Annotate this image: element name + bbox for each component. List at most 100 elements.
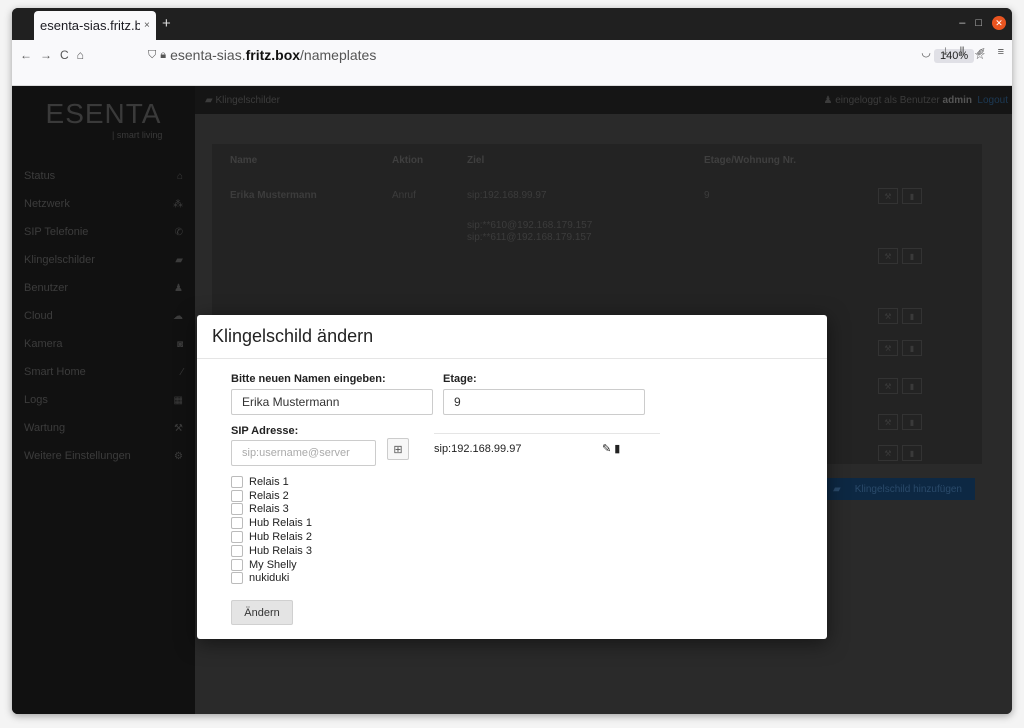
wrench-icon[interactable]: ⚒	[878, 378, 898, 394]
maximize-button[interactable]: □	[975, 17, 982, 29]
wrench-icon[interactable]: ⚒	[878, 188, 898, 204]
submit-button[interactable]: Ändern	[231, 600, 293, 625]
sidebar-item-label: Benutzer	[24, 282, 69, 294]
sidebar-item-label: Status	[24, 170, 56, 182]
download-icon[interactable]: ⤓	[943, 46, 948, 59]
wrench-icon[interactable]: ⚒	[878, 308, 898, 324]
row-actions: ⚒ ▮	[878, 188, 922, 204]
relay-checkbox-row[interactable]: Hub Relais 3	[231, 544, 312, 558]
relay-checkbox-row[interactable]: Hub Relais 2	[231, 530, 312, 544]
bookmarks-strip	[12, 70, 1012, 86]
logout-link[interactable]: Logout	[977, 95, 1008, 106]
trash-icon[interactable]: ▮	[902, 308, 922, 324]
wrench-icon[interactable]: ⚒	[878, 445, 898, 461]
reload-button[interactable]: C	[60, 48, 69, 62]
checkbox-label: Relais 2	[249, 489, 289, 502]
trash-icon[interactable]: ▮	[902, 340, 922, 356]
sip-input[interactable]: sip:username@server	[231, 440, 376, 466]
sidebar-item-benutzer[interactable]: Benutzer ♟	[12, 274, 195, 302]
sidebar-item-weitere-einstellungen[interactable]: Weitere Einstellungen ⚙	[12, 442, 195, 470]
checkbox-label: Hub Relais 2	[249, 531, 312, 544]
wrench-icon[interactable]: ⚒	[878, 340, 898, 356]
users-icon: ♟	[174, 282, 183, 294]
checkbox[interactable]	[231, 558, 243, 571]
wrench-icon: ⚒	[174, 422, 183, 434]
url-prefix: esenta-sias.	[170, 47, 246, 63]
sip-entry-text: sip:192.168.99.97	[434, 442, 522, 455]
add-sip-button[interactable]: ⊞	[387, 438, 409, 460]
row-actions: ⚒ ▮	[878, 378, 922, 394]
sidebar-item-label: Kamera	[24, 338, 63, 350]
logged-in-user: ♟ eingeloggt als Benutzer admin	[823, 94, 972, 106]
tab-close-icon[interactable]: ×	[144, 20, 150, 31]
sidebar-item-sip-telefonie[interactable]: SIP Telefonie ✆	[12, 218, 195, 246]
checkbox[interactable]	[231, 531, 243, 544]
checkbox[interactable]	[231, 544, 243, 557]
relay-checkbox-row[interactable]: My Shelly	[231, 558, 312, 572]
sidebar-item-klingelschilder[interactable]: Klingelschilder ▰	[12, 246, 195, 274]
logo: ESENTA	[45, 98, 162, 129]
close-window-button[interactable]: ✕	[992, 16, 1006, 30]
new-tab-button[interactable]: +	[162, 15, 171, 32]
relay-checkbox-row[interactable]: Relais 3	[231, 503, 312, 517]
row-actions: ⚒ ▮	[878, 248, 922, 264]
sidebar-item-logs[interactable]: Logs ▦	[12, 386, 195, 414]
relay-checkbox-row[interactable]: Hub Relais 1	[231, 516, 312, 530]
sidebar-item-label: Cloud	[24, 310, 53, 322]
trash-icon[interactable]: ▮	[902, 445, 922, 461]
wrench-icon[interactable]: ⚒	[878, 248, 898, 264]
forward-button[interactable]: →	[40, 48, 52, 62]
tab-title: esenta-sias.fritz.b	[40, 18, 140, 33]
checkbox[interactable]	[231, 489, 243, 502]
back-button[interactable]: ←	[20, 48, 32, 62]
dialog-title: Klingelschild ändern	[197, 315, 827, 359]
wrench-icon[interactable]: ⚒	[878, 414, 898, 430]
extension-icon[interactable]: ✐	[976, 46, 985, 59]
sidebar-item-label: Weitere Einstellungen	[24, 450, 131, 462]
sidebar-item-kamera[interactable]: Kamera ◙	[12, 330, 195, 358]
minimize-button[interactable]: –	[959, 17, 965, 29]
checkbox[interactable]	[231, 475, 243, 488]
row-action: Anruf	[392, 190, 416, 201]
home-button[interactable]: ⌂	[77, 48, 84, 62]
library-icon[interactable]: ⫴	[960, 46, 965, 59]
relay-checkbox-row[interactable]: Relais 2	[231, 489, 312, 503]
sidebar-item-label: Klingelschilder	[24, 254, 95, 266]
trash-icon[interactable]: ▮	[902, 188, 922, 204]
trash-icon[interactable]: ▮	[902, 378, 922, 394]
pocket-icon[interactable]: ◡	[921, 46, 931, 59]
browser-toolbar-icons: ◡ ⤓ ⫴ ✐ ≡	[921, 46, 1004, 59]
checkbox[interactable]	[231, 517, 243, 530]
home-icon: ⌂	[176, 170, 183, 182]
floor-input[interactable]: 9	[443, 389, 645, 415]
trash-icon[interactable]: ▮	[614, 443, 620, 455]
sidebar-item-wartung[interactable]: Wartung ⚒	[12, 414, 195, 442]
sidebar-item-smart-home[interactable]: Smart Home ⁄	[12, 358, 195, 386]
cloud-icon: ☁	[173, 310, 183, 322]
checkbox[interactable]	[231, 503, 243, 516]
url-bar[interactable]: ⛉ 🔒︎ esenta-sias. fritz.box/nameplates 14…	[140, 43, 986, 67]
browser-tab[interactable]: esenta-sias.fritz.b ×	[34, 11, 156, 40]
relay-checkbox-row[interactable]: nukiduki	[231, 572, 312, 586]
sidebar-item-netzwerk[interactable]: Netzwerk ⁂	[12, 190, 195, 218]
cogs-icon: ⚙	[174, 450, 183, 462]
relay-checkbox-list: Relais 1 Relais 2 Relais 3 Hub Relais 1 Hub …	[231, 475, 312, 585]
url-path: /nameplates	[300, 47, 377, 63]
navigation-bar: ← → C ⌂ ⛉ 🔒︎ esenta-sias. fritz.box/namep…	[12, 40, 1012, 70]
checkbox[interactable]	[231, 572, 243, 585]
relay-checkbox-row[interactable]: Relais 1	[231, 475, 312, 489]
trash-icon[interactable]: ▮	[902, 248, 922, 264]
edit-icon[interactable]: ✎	[602, 443, 611, 455]
sidebar: ESENTA | smart living Status ⌂ Netzwerk ⁂ SI…	[12, 86, 195, 714]
shield-icon: ⛉	[148, 48, 157, 61]
sidebar-item-cloud[interactable]: Cloud ☁	[12, 302, 195, 330]
add-nameplate-button[interactable]: ▰ Klingelschild hinzufügen	[823, 478, 975, 500]
name-input[interactable]: Erika Mustermann	[231, 389, 433, 415]
breadcrumb: ▰ Klingelschilder	[205, 94, 280, 106]
nameplate-icon: ▰	[175, 254, 183, 266]
row-actions: ⚒ ▮	[878, 445, 922, 461]
trash-icon[interactable]: ▮	[902, 414, 922, 430]
menu-icon[interactable]: ≡	[998, 46, 1004, 59]
sidebar-item-status[interactable]: Status ⌂	[12, 162, 195, 190]
row-target: sip:**610@192.168.179.157	[467, 220, 593, 231]
